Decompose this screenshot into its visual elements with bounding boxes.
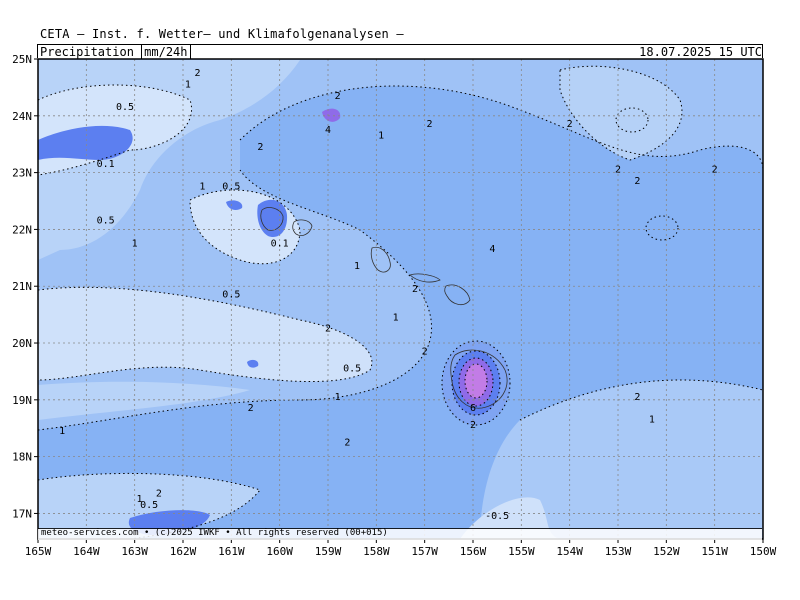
lon-label: 154W — [556, 545, 583, 558]
contour-label: 2 — [712, 165, 718, 176]
contour-label: 2 — [344, 437, 350, 448]
lat-label: 23N — [12, 167, 32, 180]
contour-label: 2 — [634, 176, 640, 187]
contour-label: 2 — [412, 284, 418, 295]
contour-label: 2 — [325, 324, 331, 335]
lon-label: 152W — [653, 545, 680, 558]
contour-label: 0.5 — [97, 216, 115, 227]
lon-label: 150W — [750, 545, 777, 558]
lon-label: 164W — [73, 545, 100, 558]
contour-label: 6 — [470, 403, 476, 414]
contour-label: 2 — [335, 91, 341, 102]
contour-label: 2 — [426, 119, 432, 130]
contour-label: 2 — [194, 68, 200, 79]
lon-label: 157W — [411, 545, 438, 558]
lat-label: 17N — [12, 507, 32, 520]
contour-label: 1 — [335, 392, 341, 403]
precipitation-map: 210.5242120.11 0.50.50.111420.51220.51226… — [12, 53, 777, 558]
lat-label: 24N — [12, 110, 32, 123]
lon-label: 161W — [218, 545, 245, 558]
contour-label: 4 — [325, 125, 331, 136]
lon-label: 158W — [363, 545, 390, 558]
lon-label: 163W — [121, 545, 148, 558]
copyright-footer: meteo-services.com • (c)2025 IWKF • All … — [41, 528, 388, 538]
lat-label: 18N — [12, 451, 32, 464]
field-layer: 210.5242120.11 0.50.50.111420.51220.51226… — [38, 59, 763, 539]
lat-label: 19N — [12, 394, 32, 407]
contour-label: 0.1 — [271, 238, 289, 249]
contour-label: 0.5 — [343, 363, 361, 374]
contour-label: 0.1 — [97, 159, 115, 170]
contour-label: 2 — [257, 142, 263, 153]
contour-label: 0.5 — [222, 290, 240, 301]
lon-label: 153W — [605, 545, 632, 558]
contour-label: 2 — [248, 403, 254, 414]
contour-label: 1 — [132, 238, 138, 249]
contour-label: 0.5 — [222, 182, 240, 193]
contour-label: 2 — [470, 420, 476, 431]
lon-label: 165W — [25, 545, 52, 558]
lon-label: 156W — [460, 545, 487, 558]
lon-label: 155W — [508, 545, 535, 558]
lat-label: 20N — [12, 337, 32, 350]
longitude-labels: 165W 164W 163W 162W 161W 160W 159W 158W 157W 156W… — [25, 545, 777, 558]
contour-label: 1 — [185, 79, 191, 90]
lat-label: 21N — [12, 280, 32, 293]
latitude-labels: 25N 24N 23N 22N 21N 20N 19N 18N 17N — [12, 53, 32, 520]
lon-label: 160W — [266, 545, 293, 558]
contour-label: 1 — [649, 415, 655, 426]
contour-label: 0.5 — [116, 102, 134, 113]
lon-label: 151W — [701, 545, 728, 558]
lon-label: 162W — [170, 545, 197, 558]
contour-label: 2 — [634, 392, 640, 403]
contour-label: 2 — [567, 119, 573, 130]
contour-label: 4 — [489, 244, 495, 255]
contour-label: 1 — [378, 131, 384, 142]
lat-label: 25N — [12, 53, 32, 66]
lon-label: 159W — [315, 545, 342, 558]
contour-label: 2 — [615, 165, 621, 176]
contour-label: 1 — [393, 312, 399, 323]
contour-label: 0.5 — [140, 500, 158, 511]
contour-label: 1 — [199, 182, 205, 193]
contour-label: 1 — [354, 261, 360, 272]
contour-label: 1 — [59, 426, 65, 437]
contour-label: 2 — [422, 346, 428, 357]
contour-label: 2 — [156, 488, 162, 499]
contour-label: -0.5 — [485, 511, 509, 522]
lat-label: 22N — [12, 223, 32, 236]
